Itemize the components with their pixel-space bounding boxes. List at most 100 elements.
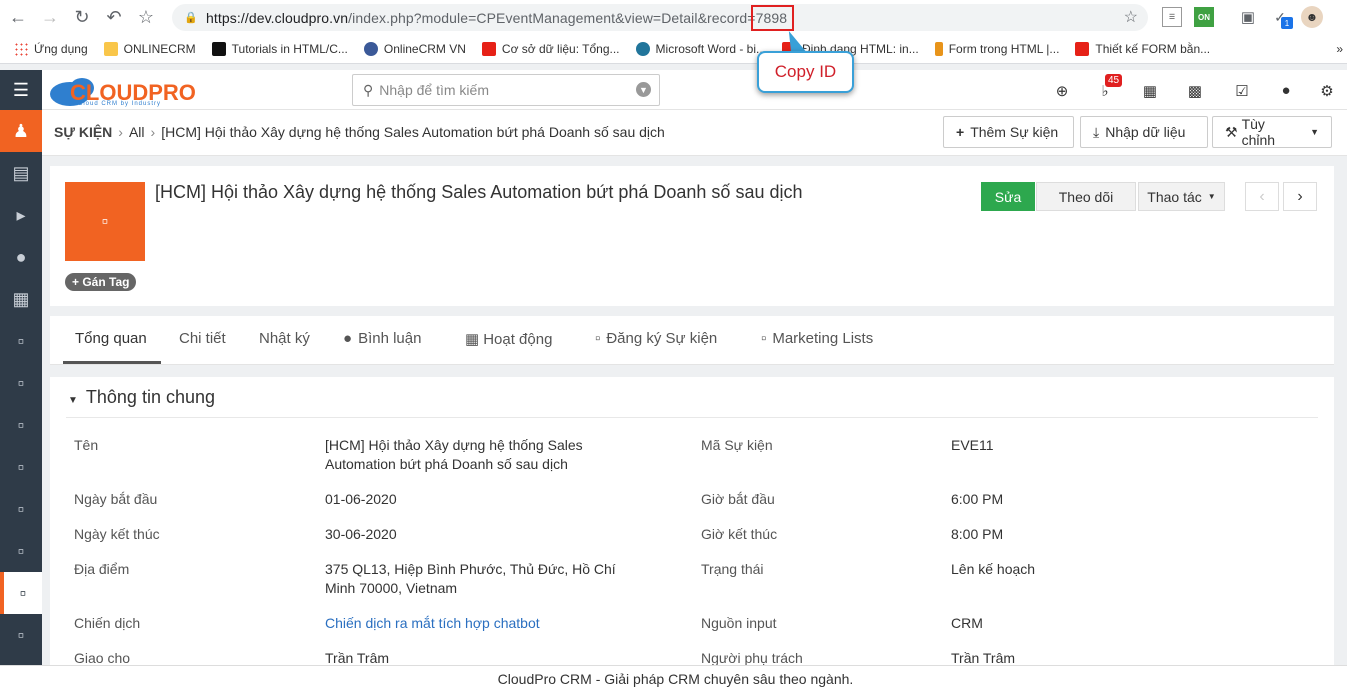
document-icon[interactable]: ▫ bbox=[0, 404, 42, 446]
url-text: https://dev.cloudpro.vn/index.php?module… bbox=[206, 9, 788, 26]
plus-icon: + bbox=[956, 124, 965, 140]
events-document-icon[interactable]: ▫ bbox=[0, 572, 42, 614]
document-icon[interactable]: ▫ bbox=[0, 530, 42, 572]
field-name-value: [HCM] Hội thảo Xây dựng hệ thống Sales Au… bbox=[325, 437, 583, 472]
add-icon[interactable]: ⊕ bbox=[1052, 82, 1072, 100]
left-sidebar: ☰ ♟ ▤ ▸ ● ▦ ▫ ▫ ▫ ▫ ▫ ▫ ▫ ▫ ✉ bbox=[0, 70, 42, 691]
tab-comments[interactable]: ● Bình luận bbox=[343, 330, 421, 347]
logo-subtext: Cloud CRM by Industry bbox=[78, 101, 162, 107]
address-bar[interactable]: 🔒 https://dev.cloudpro.vn/index.php?modu… bbox=[172, 4, 1148, 31]
wordpress-icon bbox=[635, 42, 650, 56]
chart-icon[interactable]: ▩ bbox=[1185, 82, 1205, 100]
document-icon[interactable]: ▫ bbox=[0, 614, 42, 656]
breadcrumb-record: [HCM] Hội thảo Xây dựng hệ thống Sales A… bbox=[161, 124, 665, 140]
prev-record-icon[interactable]: ‹ bbox=[1245, 182, 1279, 211]
section-title[interactable]: ▼ Thông tin chung bbox=[68, 387, 215, 408]
tab-log[interactable]: Nhật ký bbox=[259, 330, 310, 347]
menu-icon[interactable]: ☰ bbox=[0, 70, 42, 110]
bookmark-onlinecrm-vn[interactable]: OnlineCRM VN bbox=[363, 42, 466, 56]
import-data-button[interactable]: ⤓ Nhập dữ liệu bbox=[1080, 116, 1208, 148]
user-icon[interactable]: ● bbox=[0, 236, 42, 278]
contacts-icon[interactable]: ♟ bbox=[0, 110, 42, 152]
bookmark-form-design[interactable]: Thiết kế FORM bằn... bbox=[1075, 42, 1210, 56]
cloudpro-logo[interactable]: CLOUDPRO Cloud CRM by Industry bbox=[48, 74, 208, 108]
field-end-time-value: 8:00 PM bbox=[951, 526, 1004, 542]
tab-details[interactable]: Chi tiết bbox=[179, 330, 226, 347]
app-footer: CloudPro CRM - Giải pháp CRM chuyên sâu … bbox=[0, 665, 1347, 691]
search-input[interactable]: ⚲ Nhập để tìm kiếm ▼ bbox=[352, 74, 660, 106]
bookmark-word[interactable]: Microsoft Word - bi... bbox=[635, 42, 766, 56]
forward-icon[interactable]: → bbox=[36, 4, 64, 32]
field-source-value: CRM bbox=[951, 615, 983, 631]
field-label: Chiến dịch bbox=[74, 615, 141, 631]
field-end-date-value: 30-06-2020 bbox=[325, 526, 397, 542]
breadcrumb-module[interactable]: SỰ KIỆN bbox=[54, 124, 112, 140]
bookmark-csdl[interactable]: Cơ sở dữ liệu: Tổng... bbox=[481, 42, 620, 56]
extension-icon[interactable]: ☰ bbox=[1162, 7, 1182, 27]
document-icon[interactable]: ▫ bbox=[0, 320, 42, 362]
chevron-down-icon[interactable]: ▼ bbox=[636, 82, 651, 97]
field-start-date-value: 01-06-2020 bbox=[325, 491, 397, 507]
document-icon[interactable]: ▫ bbox=[0, 488, 42, 530]
customize-button[interactable]: ⚒ Tùy chỉnh ▼ bbox=[1212, 116, 1332, 148]
star-icon[interactable]: ☆ bbox=[1124, 7, 1138, 27]
undo-icon[interactable]: ↶ bbox=[100, 4, 128, 32]
youtube-icon bbox=[1075, 42, 1090, 56]
field-location-value: 375 QL13, Hiệp Bình Phước, Thủ Đức, Hồ C… bbox=[325, 561, 616, 596]
field-label: Giờ bắt đầu bbox=[701, 491, 775, 507]
breadcrumb-bar: SỰ KIỆN › All › [HCM] Hội thảo Xây dựng hệ t… bbox=[42, 110, 1347, 156]
add-event-button[interactable]: + Thêm Sự kiện bbox=[943, 116, 1074, 148]
comment-icon: ● bbox=[343, 330, 353, 347]
bookmark-tutorials[interactable]: Tutorials in HTML/C... bbox=[211, 42, 348, 56]
field-label: Nguồn input bbox=[701, 615, 777, 631]
extension-badge: 1 bbox=[1281, 17, 1293, 29]
breadcrumb-all[interactable]: All bbox=[129, 124, 145, 140]
breadcrumb: SỰ KIỆN › All › [HCM] Hội thảo Xây dựng hệ t… bbox=[54, 124, 665, 140]
back-icon[interactable]: ← bbox=[4, 4, 32, 32]
document-icon[interactable]: ▫ bbox=[0, 362, 42, 404]
user-profile-icon[interactable]: ● bbox=[1276, 82, 1296, 99]
bookmark-star-icon[interactable]: ☆ bbox=[132, 4, 160, 32]
add-tag-button[interactable]: + Gán Tag bbox=[65, 273, 137, 291]
bookmarks-overflow[interactable]: » bbox=[1336, 42, 1343, 56]
follow-button[interactable]: Theo dõi bbox=[1036, 182, 1136, 211]
actions-dropdown[interactable]: Thao tác ▼ bbox=[1138, 182, 1225, 211]
id-card-icon[interactable]: ▤ bbox=[0, 152, 42, 194]
field-label: Ngày kết thúc bbox=[74, 526, 160, 542]
folder-icon bbox=[103, 42, 118, 56]
field-label: Người phụ trách bbox=[701, 650, 803, 666]
bookmark-apps[interactable]: Ứng dụng bbox=[14, 42, 88, 56]
breadcrumb-separator: › bbox=[150, 124, 156, 140]
tab-event-registration[interactable]: ▫ Đăng ký Sự kiện bbox=[595, 330, 717, 347]
apps-grid-icon bbox=[14, 42, 28, 56]
calendar-icon[interactable]: ▦ bbox=[1140, 82, 1160, 100]
profile-avatar[interactable]: ☻ bbox=[1301, 6, 1323, 28]
bookmark-form-html[interactable]: Form trong HTML |... bbox=[934, 42, 1059, 56]
field-label: Địa điểm bbox=[74, 561, 130, 577]
megaphone-icon[interactable]: ▸ bbox=[0, 194, 42, 236]
tab-overview[interactable]: Tổng quan bbox=[75, 330, 147, 347]
record-document-icon: ▫ bbox=[65, 182, 145, 261]
campaign-link[interactable]: Chiến dịch ra mắt tích hợp chatbot bbox=[325, 614, 540, 633]
extension-on-icon[interactable]: ON bbox=[1194, 7, 1214, 27]
reload-icon[interactable]: ↻ bbox=[68, 4, 96, 32]
caret-down-icon: ▼ bbox=[1310, 127, 1319, 137]
next-record-icon[interactable]: › bbox=[1283, 182, 1317, 211]
active-tab-underline bbox=[63, 361, 161, 364]
checkbox-icon[interactable]: ☑ bbox=[1232, 82, 1252, 100]
crop-icon[interactable]: ▣ bbox=[1238, 7, 1258, 27]
download-icon: ⤓ bbox=[1093, 123, 1100, 140]
building-icon[interactable]: ▦ bbox=[0, 278, 42, 320]
tab-marketing-lists[interactable]: ▫ Marketing Lists bbox=[761, 330, 873, 347]
edit-button[interactable]: Sửa bbox=[981, 182, 1035, 211]
plus-icon: + bbox=[72, 275, 83, 289]
document-icon[interactable]: ▫ bbox=[0, 446, 42, 488]
record-title: [HCM] Hội thảo Xây dựng hệ thống Sales A… bbox=[155, 182, 803, 202]
settings-gear-icon[interactable]: ⚙ bbox=[1317, 82, 1337, 100]
lock-icon: 🔒 bbox=[184, 12, 198, 24]
j-icon bbox=[934, 42, 943, 56]
tab-activities[interactable]: ▦ Hoạt động bbox=[465, 330, 552, 348]
copy-id-callout: Copy ID bbox=[757, 51, 854, 93]
bookmark-onlinecrm[interactable]: ONLINECRM bbox=[103, 42, 196, 56]
record-id-highlight bbox=[751, 5, 794, 31]
